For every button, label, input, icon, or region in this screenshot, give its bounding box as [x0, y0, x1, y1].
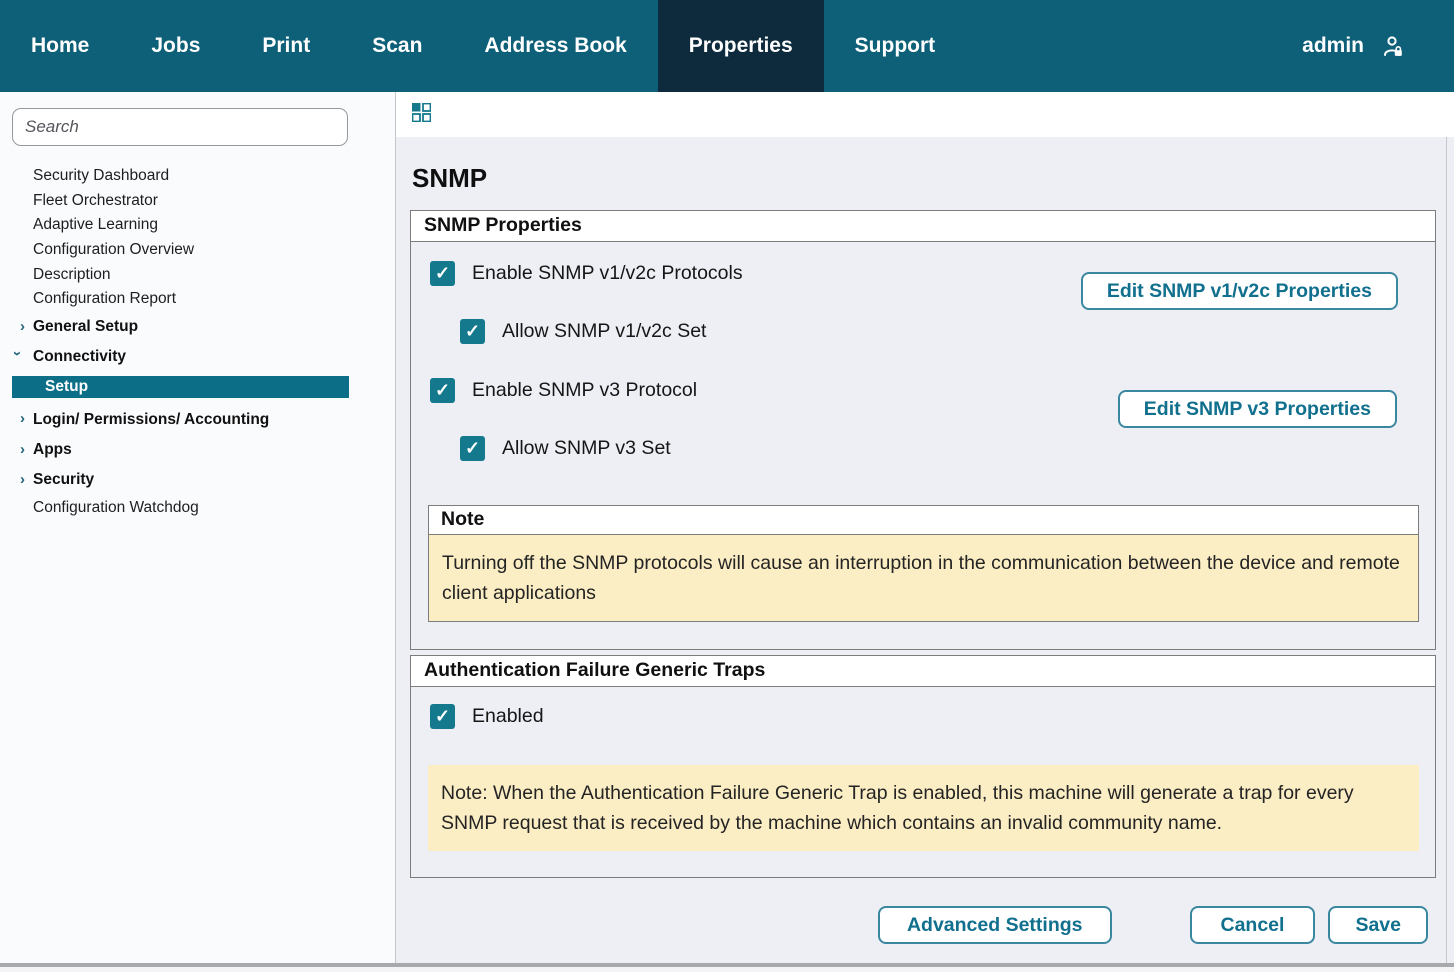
top-navigation: Home Jobs Print Scan Address Book Proper…: [0, 0, 1454, 92]
nav-tab-print[interactable]: Print: [231, 0, 341, 92]
footer-button-row: Advanced Settings Cancel Save: [410, 906, 1436, 944]
note-title: Note: [429, 506, 1418, 535]
auth-note-text: Note: When the Authentication Failure Ge…: [428, 765, 1419, 851]
chevron-right-icon: ›: [20, 442, 25, 457]
nav-tab-properties[interactable]: Properties: [658, 0, 824, 92]
snmp-properties-body: Enable SNMP v1/v2c Protocols Allow SNMP …: [411, 242, 1435, 649]
sidebar-item-apps[interactable]: › Apps: [0, 435, 395, 465]
row-allow-v3-set: Allow SNMP v3 Set: [460, 436, 671, 461]
checkbox-label: Allow SNMP v1/v2c Set: [502, 320, 706, 343]
chevron-right-icon: ›: [20, 411, 25, 426]
app-window: Home Jobs Print Scan Address Book Proper…: [0, 0, 1454, 972]
sidebar-item-general-setup[interactable]: › General Setup: [0, 312, 395, 342]
save-button[interactable]: Save: [1328, 906, 1428, 944]
note-box: Note Turning off the SNMP protocols will…: [428, 505, 1419, 622]
nav-tab-jobs[interactable]: Jobs: [120, 0, 231, 92]
checkbox-label: Allow SNMP v3 Set: [502, 437, 671, 460]
sidebar-item-security-dashboard[interactable]: Security Dashboard: [0, 164, 395, 189]
sidebar-item-security[interactable]: › Security: [0, 465, 395, 495]
sidebar-nav: Security Dashboard Fleet Orchestrator Ad…: [0, 164, 395, 520]
nav-tab-scan[interactable]: Scan: [341, 0, 453, 92]
checkbox-label: Enable SNMP v1/v2c Protocols: [472, 262, 743, 285]
auth-traps-section: Authentication Failure Generic Traps Ena…: [410, 655, 1436, 878]
nav-user-label: admin: [1302, 34, 1364, 58]
sidebar: Security Dashboard Fleet Orchestrator Ad…: [0, 92, 396, 972]
row-enable-v1v2c: Enable SNMP v1/v2c Protocols: [430, 261, 743, 286]
sidebar-item-configuration-watchdog[interactable]: Configuration Watchdog: [0, 496, 395, 521]
snmp-properties-section: SNMP Properties Enable SNMP v1/v2c Proto…: [410, 210, 1436, 650]
chevron-right-icon: ›: [20, 319, 25, 334]
sidebar-item-configuration-report[interactable]: Configuration Report: [0, 287, 395, 312]
nav-user-menu[interactable]: admin: [1302, 0, 1406, 92]
edit-snmp-v3-button[interactable]: Edit SNMP v3 Properties: [1118, 390, 1397, 428]
chevron-right-icon: ›: [20, 472, 25, 487]
sidebar-item-setup[interactable]: Setup: [12, 376, 349, 398]
bottom-strip: [0, 967, 1454, 972]
sidebar-item-configuration-overview[interactable]: Configuration Overview: [0, 238, 395, 263]
content-body: SNMP SNMP Properties Enable SNMP v1/v2c …: [410, 137, 1436, 944]
sidebar-item-connectivity[interactable]: › Connectivity: [0, 342, 395, 372]
auth-traps-section-title: Authentication Failure Generic Traps: [411, 656, 1435, 687]
note-text: Turning off the SNMP protocols will caus…: [429, 535, 1418, 621]
checkbox-allow-snmp-v1v2c-set[interactable]: [460, 319, 485, 344]
checkbox-label: Enabled: [472, 705, 544, 728]
sidebar-item-fleet-orchestrator[interactable]: Fleet Orchestrator: [0, 189, 395, 214]
checkbox-auth-traps-enabled[interactable]: [430, 704, 455, 729]
sidebar-item-description[interactable]: Description: [0, 262, 395, 287]
auth-traps-body: Enabled Note: When the Authentication Fa…: [411, 687, 1435, 877]
nav-tab-address-book[interactable]: Address Book: [453, 0, 657, 92]
checkbox-enable-snmp-v1v2c[interactable]: [430, 261, 455, 286]
page-title: SNMP: [412, 163, 1436, 194]
sidebar-item-adaptive-learning[interactable]: Adaptive Learning: [0, 213, 395, 238]
row-enable-v3: Enable SNMP v3 Protocol: [430, 378, 697, 403]
nav-tab-support[interactable]: Support: [824, 0, 966, 92]
advanced-settings-button[interactable]: Advanced Settings: [878, 906, 1112, 944]
content-top-strip: [396, 92, 1454, 137]
chevron-down-icon: ›: [10, 351, 25, 356]
user-lock-icon: [1379, 33, 1406, 60]
checkbox-label: Enable SNMP v3 Protocol: [472, 379, 697, 402]
row-enabled: Enabled: [430, 704, 1435, 729]
content-right-edge: [1446, 137, 1447, 963]
row-allow-v1v2c-set: Allow SNMP v1/v2c Set: [460, 319, 706, 344]
main-content: SNMP SNMP Properties Enable SNMP v1/v2c …: [396, 92, 1454, 972]
snmp-properties-section-title: SNMP Properties: [411, 211, 1435, 242]
nav-tab-home[interactable]: Home: [0, 0, 120, 92]
cancel-button[interactable]: Cancel: [1190, 906, 1316, 944]
sidebar-item-login-permissions-accounting[interactable]: › Login/ Permissions/ Accounting: [0, 404, 395, 434]
edit-snmp-v1v2c-button[interactable]: Edit SNMP v1/v2c Properties: [1081, 272, 1398, 310]
search-input[interactable]: [12, 108, 348, 146]
checkbox-allow-snmp-v3-set[interactable]: [460, 436, 485, 461]
checkbox-enable-snmp-v3[interactable]: [430, 378, 455, 403]
grid-icon[interactable]: [412, 103, 1454, 122]
